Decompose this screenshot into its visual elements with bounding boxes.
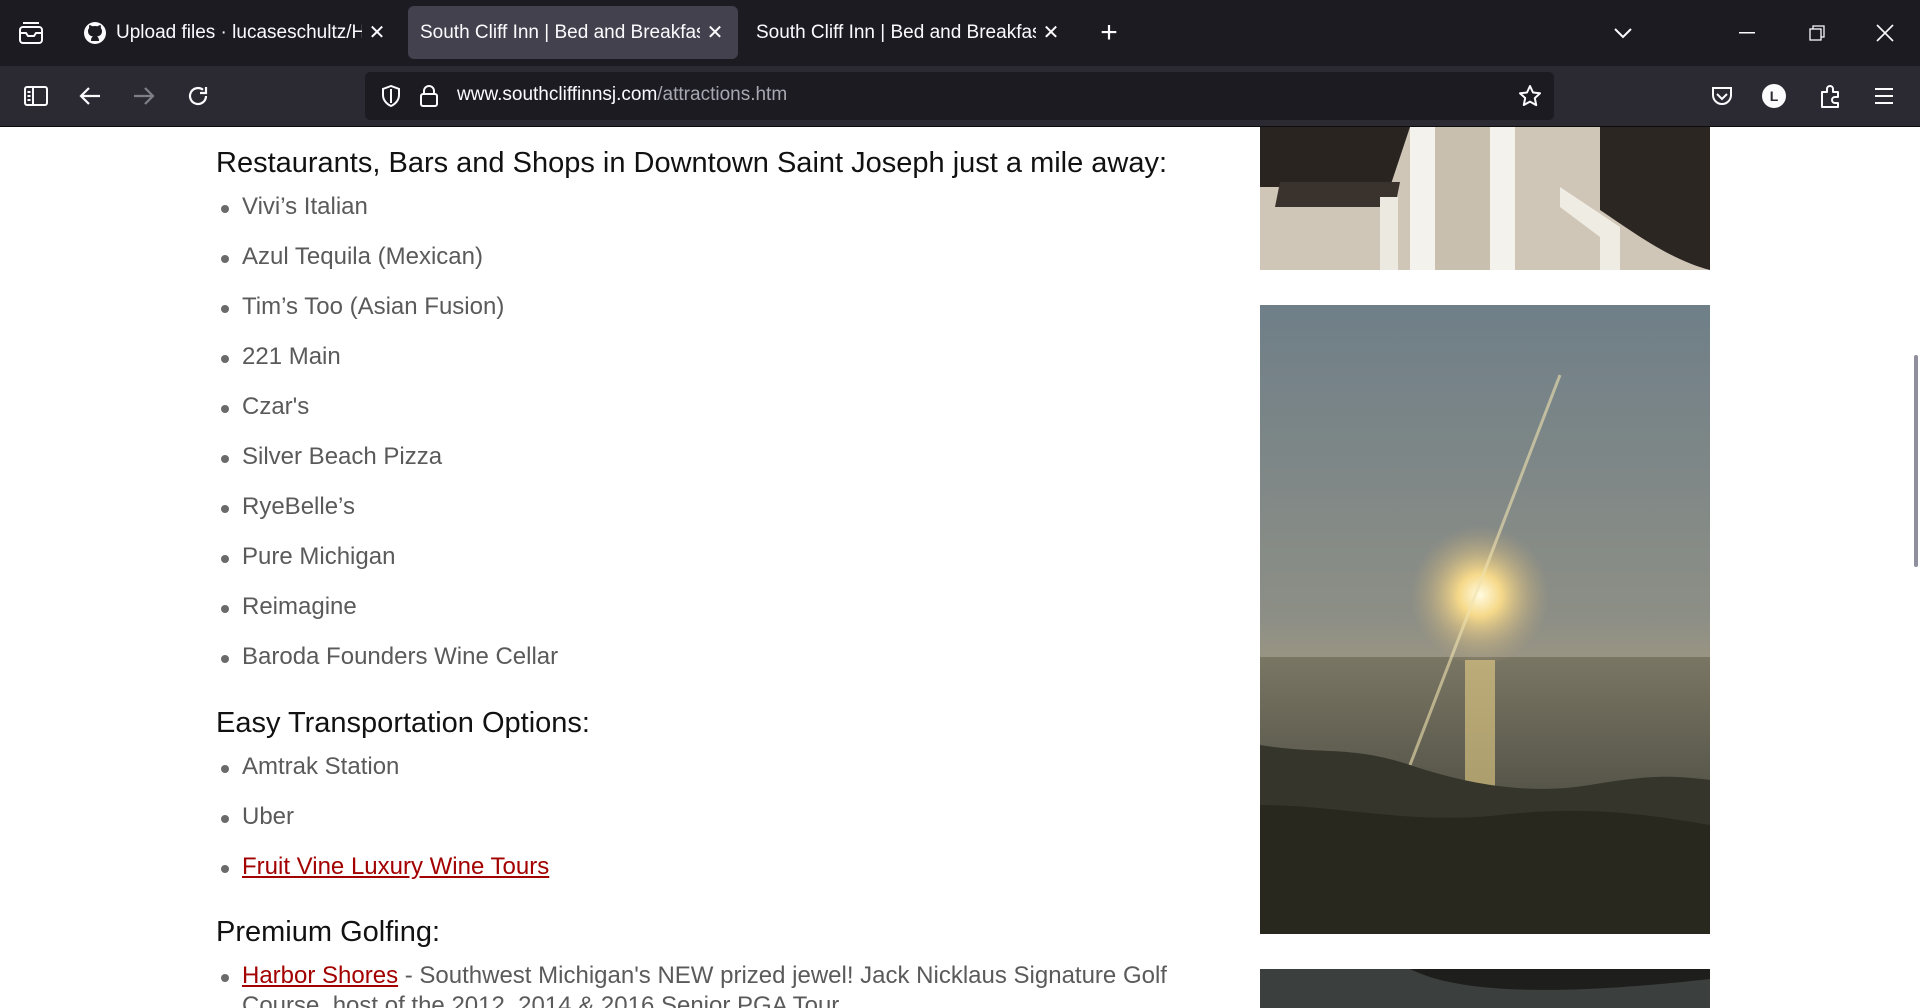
list-item-link: Fruit Vine Luxury Wine Tours <box>216 852 549 902</box>
list-item: Tim’s Too (Asian Fusion) <box>216 292 558 342</box>
lock-icon[interactable] <box>415 82 443 110</box>
restaurants-heading: Restaurants, Bars and Shops in Downtown … <box>216 147 1168 179</box>
app-menu-icon[interactable] <box>1866 78 1902 114</box>
list-item: Azul Tequila (Mexican) <box>216 242 558 292</box>
golf-heading: Premium Golfing: <box>216 916 441 948</box>
third-photo <box>1260 969 1710 1008</box>
github-icon <box>82 20 108 46</box>
extensions-icon[interactable] <box>1812 78 1848 114</box>
list-item: Silver Beach Pizza <box>216 442 558 492</box>
fruit-vine-wine-tours-link[interactable]: Fruit Vine Luxury Wine Tours <box>242 853 549 880</box>
url-domain: www.southcliffinnsj.com <box>457 84 658 105</box>
list-item: Pure Michigan <box>216 542 558 592</box>
list-item: 221 Main <box>216 342 558 392</box>
close-window-button[interactable] <box>1868 16 1902 50</box>
url-path: /attractions.htm <box>657 84 788 105</box>
tab-title: South Cliff Inn | Bed and Breakfast | <box>756 21 1036 43</box>
close-tab-icon[interactable]: ✕ <box>362 18 392 48</box>
account-avatar[interactable]: L <box>1758 80 1790 112</box>
tab-title: South Cliff Inn | Bed and Breakfast | <box>420 21 700 43</box>
tab-south-cliff[interactable]: South Cliff Inn | Bed and Breakfast | ✕ <box>744 6 1074 59</box>
tab-title: Upload files · lucaseschultz/HTTP <box>116 21 362 43</box>
list-item: RyeBelle’s <box>216 492 558 542</box>
back-button[interactable] <box>72 78 108 114</box>
close-tab-icon[interactable]: ✕ <box>700 18 730 48</box>
navigation-toolbar: www.southcliffinnsj.com/attractions.htm … <box>0 66 1920 127</box>
tab-upload-files[interactable]: Upload files · lucaseschultz/HTTP ✕ <box>70 6 400 59</box>
forward-button[interactable] <box>126 78 162 114</box>
chairs-photo <box>1260 127 1710 270</box>
new-tab-button[interactable]: + <box>1092 16 1126 50</box>
list-item: Vivi’s Italian <box>216 192 558 242</box>
list-item: Amtrak Station <box>216 752 549 802</box>
bookmark-star-icon[interactable] <box>1516 82 1544 110</box>
url-text[interactable]: www.southcliffinnsj.com/attractions.htm <box>457 84 787 106</box>
sunset-photo <box>1260 305 1710 934</box>
pocket-icon[interactable] <box>1704 78 1740 114</box>
list-item: Harbor Shores - Southwest Michigan's NEW… <box>216 961 1167 1008</box>
close-tab-icon[interactable]: ✕ <box>1036 18 1066 48</box>
list-item: Czar's <box>216 392 558 442</box>
list-item: Uber <box>216 802 549 852</box>
harbor-shores-link[interactable]: Harbor Shores <box>242 962 398 989</box>
tracking-protection-shield-icon[interactable] <box>377 82 405 110</box>
page-scrollbar-thumb[interactable] <box>1914 355 1918 567</box>
golf-description-cont: Course, host of the 2012, 2014 & 2016 Se… <box>242 992 840 1008</box>
golf-list: Harbor Shores - Southwest Michigan's NEW… <box>216 961 1167 1008</box>
golf-description: - Southwest Michigan's NEW prized jewel!… <box>398 962 1167 989</box>
sidebar-icon[interactable] <box>18 78 54 114</box>
list-all-tabs-icon[interactable] <box>1606 16 1640 50</box>
reload-button[interactable] <box>180 78 216 114</box>
avatar-initial: L <box>1762 84 1786 108</box>
list-item: Reimagine <box>216 592 558 642</box>
tab-bar: Upload files · lucaseschultz/HTTP ✕ Sout… <box>0 0 1920 66</box>
firefox-view-icon[interactable] <box>14 16 48 50</box>
transportation-list: Amtrak Station Uber Fruit Vine Luxury Wi… <box>216 752 549 902</box>
list-item: Baroda Founders Wine Cellar <box>216 642 558 692</box>
transportation-heading: Easy Transportation Options: <box>216 707 590 739</box>
url-bar[interactable]: www.southcliffinnsj.com/attractions.htm <box>365 72 1554 120</box>
restore-button[interactable] <box>1800 16 1834 50</box>
restaurants-list: Vivi’s Italian Azul Tequila (Mexican) Ti… <box>216 192 558 692</box>
web-page: Restaurants, Bars and Shops in Downtown … <box>0 127 1920 1008</box>
minimize-button[interactable] <box>1730 16 1764 50</box>
tab-south-cliff-active[interactable]: South Cliff Inn | Bed and Breakfast | ✕ <box>408 6 738 59</box>
